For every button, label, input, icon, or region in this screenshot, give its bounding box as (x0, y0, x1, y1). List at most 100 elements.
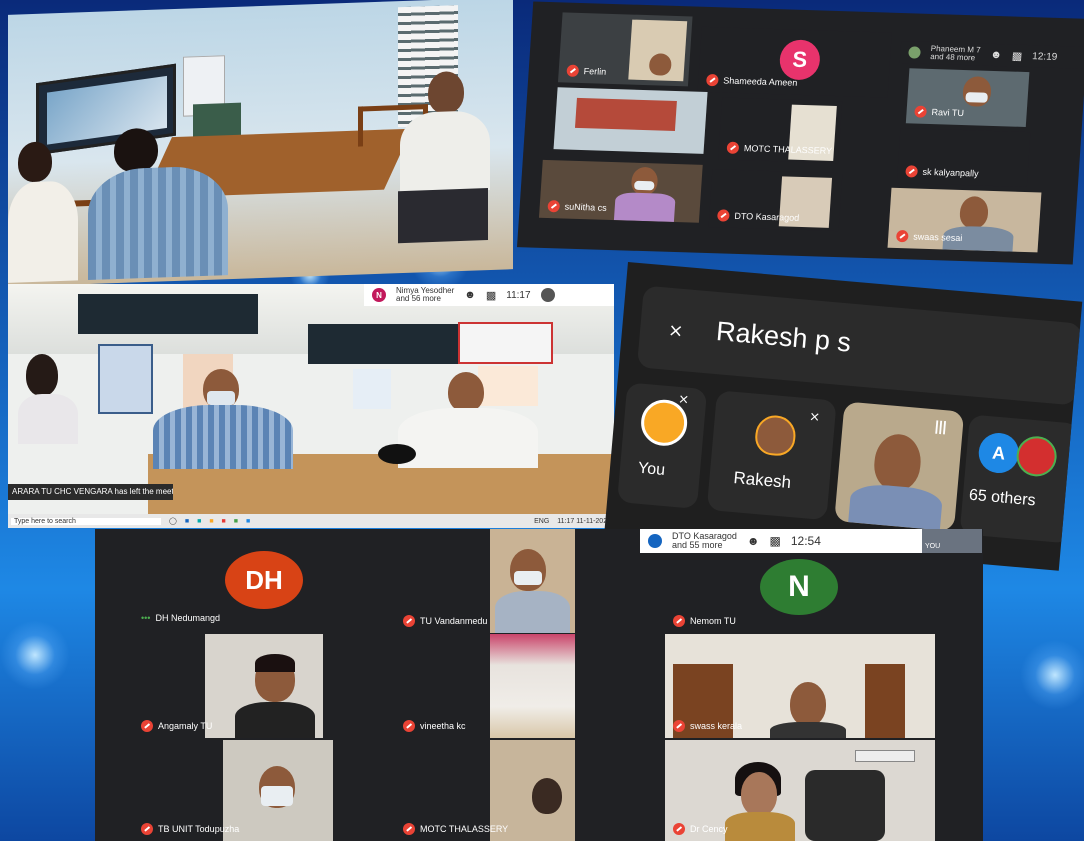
people-icon[interactable]: ☻ (990, 49, 1002, 61)
app-icon[interactable]: ■ (209, 518, 213, 525)
video-tile[interactable]: MOTC THALASSERY (718, 97, 843, 164)
tile-you[interactable]: ⨯ You (617, 382, 708, 509)
mic-off-icon (705, 73, 719, 87)
light-flare (1020, 640, 1084, 710)
tile-name: Shameeda Ameen (723, 75, 798, 88)
chat-icon[interactable]: ▩ (770, 534, 781, 548)
tile-name: Angamaly TU (158, 721, 213, 731)
people-icon[interactable]: ☻ (747, 534, 760, 548)
avatar-a: A (977, 431, 1021, 475)
tile-name: TB UNIT Todupuzha (158, 824, 240, 834)
header-more: and 48 more (929, 51, 976, 63)
participant-avatar (648, 534, 662, 548)
tile-name: sk kalyanpally (922, 166, 979, 179)
mic-off-icon (403, 720, 415, 732)
people-icon[interactable]: ☻ (464, 289, 476, 301)
video-tile[interactable]: DTO Kasaragod (708, 169, 843, 232)
clock: 12:19 (1031, 50, 1058, 63)
room-window (78, 294, 258, 334)
video-tile[interactable]: DH ••• DH Nedumangd (133, 529, 393, 629)
tile-name: MOTC THALASSERY (743, 143, 833, 156)
self-view[interactable]: YOU (922, 529, 982, 553)
meet-header: N Nimya Yesodher and 56 more ☻ ▩ 11:17 (364, 284, 614, 306)
chair (805, 770, 885, 841)
video-tile[interactable]: Dr Cency (665, 740, 935, 841)
poster (98, 344, 153, 414)
video-tile[interactable]: S Shameeda Ameen (697, 26, 892, 98)
speaker-banner: ⨯ Rakesh p s (636, 285, 1083, 406)
tile-name: Dr Cency (690, 824, 728, 834)
task-view-icon[interactable]: ◯ (169, 517, 177, 525)
tile-rakesh[interactable]: ⨯ Rakesh (706, 390, 837, 521)
windows-taskbar: Type here to search ◯ ■ ■ ■ ■ ■ ■ ENG 11… (8, 514, 614, 528)
video-tile[interactable]: Ravi TU (905, 68, 1030, 127)
clock: 11:17 (506, 289, 531, 301)
video-tile[interactable]: suNitha cs (538, 159, 703, 223)
video-tile[interactable]: Ferlin (557, 12, 693, 87)
video-tile[interactable]: vineetha kc (395, 634, 575, 738)
person-woman-left (18, 354, 78, 444)
app-icon[interactable]: ■ (246, 518, 250, 525)
mic-off-icon (914, 105, 927, 118)
tile-name: Nemom TU (690, 616, 736, 626)
tile-name: DH Nedumangd (155, 613, 220, 623)
person-man-white (388, 70, 498, 244)
app-icon[interactable]: ■ (222, 518, 226, 525)
avatar-photo (1014, 434, 1059, 479)
mic-off-icon: ⨯ (808, 408, 821, 425)
video-tile[interactable]: Angamaly TU (133, 634, 393, 738)
person-woman (8, 140, 78, 283)
tile-name: DTO Kasaragod (734, 210, 800, 223)
tile-name: TU Vandanmedu (420, 616, 488, 626)
mic-off-icon: ⨯ (667, 319, 685, 342)
mic-off-icon (403, 615, 415, 627)
meet-header: Phaneem M 7 and 48 more ☻ ▩ 12:19 (899, 41, 1084, 69)
mic-off-icon (547, 200, 561, 213)
video-tile[interactable] (553, 87, 708, 154)
person-man-checked-shirt (153, 369, 293, 469)
video-tile[interactable]: swaas sesai (887, 187, 1042, 253)
speaker-device (378, 444, 416, 464)
tile-others[interactable]: A 65 others (959, 414, 1080, 544)
poster (353, 369, 391, 409)
tile-name: Ferlin (583, 66, 607, 77)
video-tile[interactable]: swass kerala (665, 634, 935, 738)
tile-speaker-video[interactable]: ||| (834, 401, 965, 532)
tile-name: suNitha cs (564, 201, 608, 213)
mic-off-icon (895, 229, 909, 243)
record-icon[interactable] (540, 288, 555, 302)
video-tile[interactable]: sk kalyanpally (896, 128, 1031, 188)
mic-off-icon (717, 209, 730, 222)
avatar-n: N (760, 559, 838, 615)
video-tile[interactable]: TB UNIT Todupuzha (133, 740, 393, 841)
taskbar-search[interactable]: Type here to search (11, 517, 161, 525)
mic-off-icon (141, 823, 153, 835)
wall-sign (855, 750, 915, 762)
mic-off-icon (673, 823, 685, 835)
chat-icon[interactable]: ▩ (1011, 49, 1022, 62)
app-icon[interactable]: ■ (185, 518, 189, 525)
video-tile[interactable]: N Nemom TU (665, 553, 935, 633)
tile-name: swaas sesai (912, 231, 963, 244)
avatar (753, 413, 798, 458)
mic-off-icon: ⨯ (677, 390, 690, 407)
person-man-plaid (88, 125, 238, 281)
video-tile[interactable]: MOTC THALASSERY (395, 740, 575, 841)
rakesh-label: Rakesh (732, 468, 792, 493)
room-window (308, 324, 458, 364)
you-corner-label: YOU (925, 543, 941, 550)
avatar-dh: DH (225, 551, 303, 609)
mic-off-icon (673, 615, 685, 627)
tile-name: Ravi TU (931, 107, 965, 119)
clock: 12:54 (790, 534, 821, 548)
person-man-white-shirt (398, 372, 538, 468)
mic-off-icon (726, 141, 740, 154)
tile-name: swass kerala (690, 721, 743, 731)
video-tile[interactable]: TU Vandanmedu (395, 529, 575, 633)
meeting-room-photo (8, 0, 513, 287)
app-icon[interactable]: ■ (197, 518, 201, 525)
app-icon[interactable]: ■ (234, 518, 238, 525)
chat-icon[interactable]: ▩ (486, 289, 496, 302)
meet-header: DTO Kasaragod and 55 more ☻ ▩ 12:54 (640, 529, 922, 553)
light-flare (0, 620, 70, 690)
